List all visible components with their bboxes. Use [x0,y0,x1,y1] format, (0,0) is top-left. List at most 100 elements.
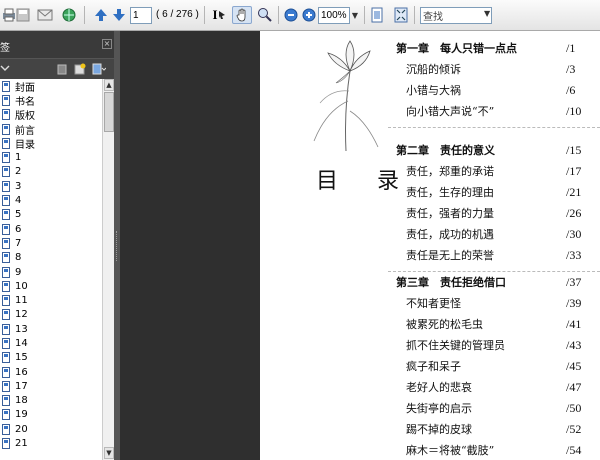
bookmark-item[interactable]: 17 [0,379,102,393]
previous-page-icon[interactable] [92,6,110,24]
toc-section[interactable]: 沉船的倾诉/3 [260,60,600,78]
toc-section[interactable]: 责任，强者的力量/26 [260,204,600,222]
chevron-down-icon[interactable]: ▼ [350,7,360,24]
scroll-up-icon[interactable]: ▲ [104,79,114,91]
section-title: 老好人的悲哀 [406,381,472,394]
bookmark-item[interactable]: 18 [0,394,102,408]
bookmark-item[interactable]: 封面 [0,79,102,94]
bookmark-item[interactable]: 19 [0,408,102,422]
section-page: /10 [566,103,582,118]
bookmark-item[interactable]: 8 [0,251,102,265]
next-page-icon[interactable] [110,6,128,24]
page-bookmark-icon [2,295,10,307]
toc-chapter[interactable]: 第二章 责任的意义/15 [260,141,600,159]
full-screen-icon[interactable] [392,6,410,24]
search-input[interactable] [420,7,492,24]
toc-chapter[interactable]: 第一章 每人只错一点点/1 [260,39,600,57]
toc-section[interactable]: 责任是无上的荣誉/33 [260,246,600,264]
bookmark-item[interactable]: 2 [0,165,102,179]
toc-section[interactable]: 责任，生存的理由/21 [260,183,600,201]
select-text-tool[interactable]: I [210,6,228,24]
bookmark-item[interactable]: 13 [0,322,102,336]
bookmark-item[interactable]: 书名 [0,93,102,108]
toc-section[interactable]: 责任，成功的机遇/30 [260,225,600,243]
bookmark-item[interactable]: 12 [0,308,102,322]
toc-section[interactable]: 小错与大祸/6 [260,81,600,99]
bookmark-label: 5 [15,209,22,221]
toc-section[interactable]: 失街亭的启示/50 [260,399,600,417]
toc-section[interactable]: 麻木＝将被“截肢” /54 [260,441,600,459]
section-title: 不知者更怪 [406,297,461,310]
toc-section[interactable]: 踢不掉的皮球/52 [260,420,600,438]
toc-section[interactable]: 向小错大声说“不” /10 [260,102,600,120]
hand-tool-icon[interactable] [232,6,252,24]
bookmark-item[interactable]: 14 [0,336,102,350]
section-page: /45 [566,358,582,373]
bookmark-item[interactable]: 目录 [0,136,102,151]
zoom-tool-icon[interactable] [256,6,274,24]
bookmark-item[interactable]: 1 [0,150,102,164]
bookmark-item[interactable]: 7 [0,236,102,250]
scroll-down-icon[interactable]: ▼ [104,447,114,459]
bookmark-options-icon[interactable] [92,63,107,75]
scroll-thumb[interactable] [104,92,114,132]
bookmark-item[interactable]: 4 [0,193,102,207]
bookmark-label: 18 [15,395,28,407]
chevron-down-icon[interactable] [0,63,12,75]
bookmark-item[interactable]: 15 [0,351,102,365]
toc-chapter[interactable]: 第三章 责任拒绝借口/37 [260,273,600,291]
toc-section[interactable]: 抓不住关键的管理员/43 [260,336,600,354]
new-bookmark-icon[interactable] [74,63,86,75]
chapter-page: /15 [566,142,582,157]
page-number-input[interactable] [130,7,152,24]
page-bookmark-icon [2,309,10,321]
toc-section[interactable]: 老好人的悲哀/47 [260,378,600,396]
chevron-down-icon[interactable]: ▼ [484,9,490,18]
toc-section[interactable]: 不知者更怪/39 [260,294,600,312]
bookmarks-scrollbar[interactable]: ▲ ▼ [102,79,114,460]
section-page: /30 [566,226,582,241]
section-page: /43 [566,337,582,352]
zoom-out-icon[interactable] [282,6,300,24]
page-bookmark-icon [2,395,10,407]
email-icon[interactable] [36,6,54,24]
bookmark-item[interactable]: 版权 [0,108,102,122]
web-globe-icon[interactable] [60,6,78,24]
bookmark-label: 19 [15,409,28,421]
bookmark-item[interactable]: 前言 [0,122,102,137]
section-page: /50 [566,400,582,415]
section-title: 责任，生存的理由 [406,186,494,199]
bookmark-item[interactable]: 21 [0,436,102,450]
section-title: 麻木＝将被“截肢” [406,444,495,457]
section-page: /52 [566,421,582,436]
close-icon[interactable]: × [102,39,112,49]
zoom-level-input[interactable] [318,7,350,24]
toc-section[interactable]: 责任，郑重的承诺/17 [260,162,600,180]
chapter-title: 第一章 每人只错一点点 [396,42,517,55]
section-page: /33 [566,247,582,262]
bookmark-item[interactable]: 5 [0,208,102,222]
splitter-grip[interactable] [116,231,118,261]
toc-section[interactable]: 被累死的松毛虫/41 [260,315,600,333]
bookmark-item[interactable]: 9 [0,265,102,279]
toc-section[interactable]: 疯子和呆子/45 [260,357,600,375]
bookmark-item[interactable]: 6 [0,222,102,236]
fit-page-icon[interactable] [368,6,386,24]
delete-bookmark-icon[interactable] [56,63,68,75]
bookmark-label: 15 [15,352,28,364]
bookmark-item[interactable]: 10 [0,279,102,293]
section-title: 疯子和呆子 [406,360,461,373]
bookmark-item[interactable]: 3 [0,179,102,193]
zoom-in-icon[interactable] [300,6,318,24]
page-bookmark-icon [2,423,10,435]
bookmark-item[interactable]: 16 [0,365,102,379]
section-page: /39 [566,295,582,310]
bookmark-item[interactable]: 11 [0,293,102,307]
page-bookmark-icon [2,137,10,149]
toolbar-separator [414,6,415,24]
bookmark-item[interactable]: 20 [0,422,102,436]
chapter-title: 第二章 责任的意义 [396,144,495,157]
page-bookmark-icon [2,409,10,421]
section-title: 抓不住关键的管理员 [406,339,505,352]
save-icon[interactable] [14,6,32,24]
